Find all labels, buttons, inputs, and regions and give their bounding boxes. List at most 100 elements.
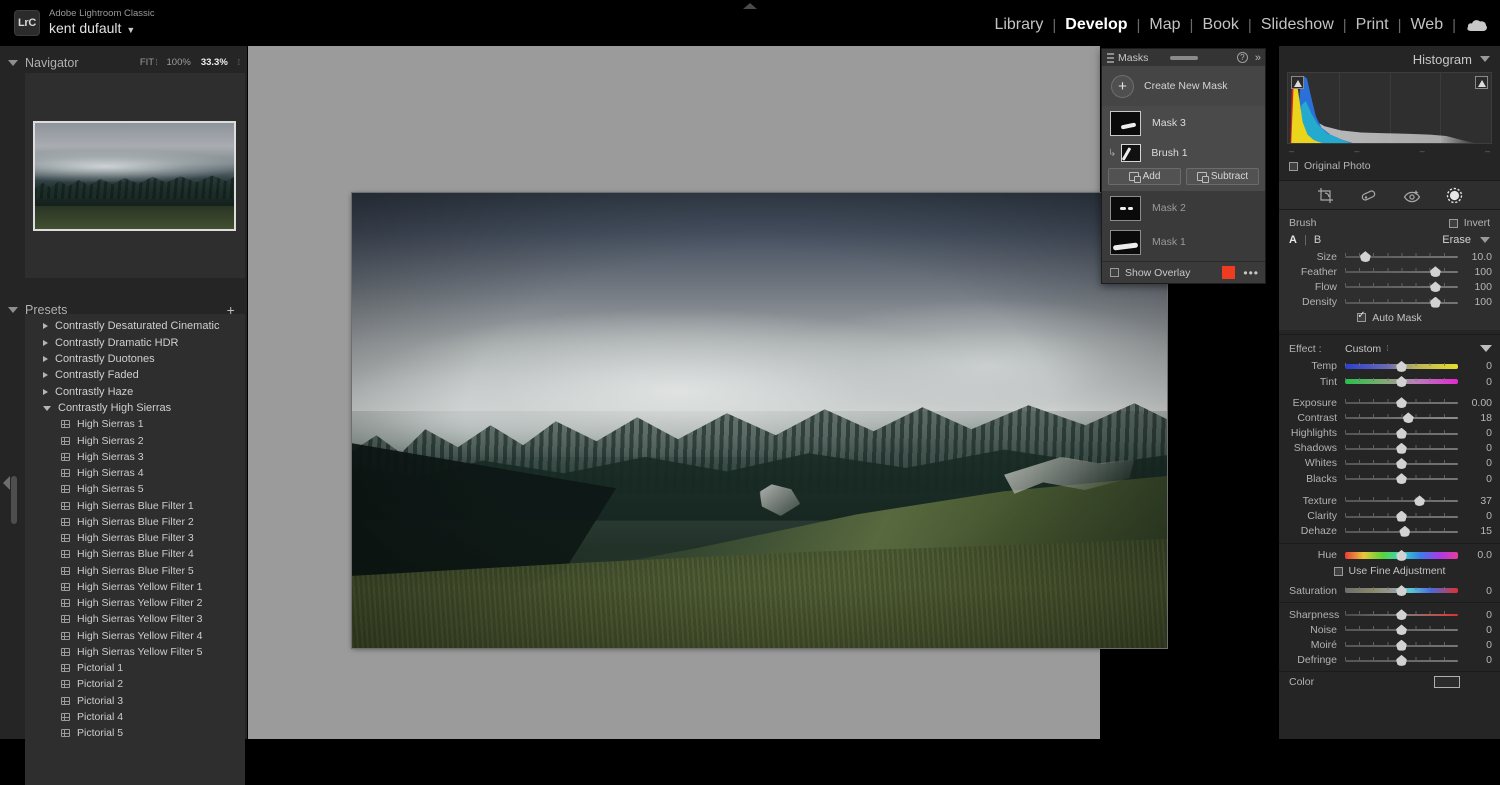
invert-checkbox[interactable] <box>1448 218 1458 228</box>
masking-icon[interactable] <box>1446 187 1463 204</box>
preset-item[interactable]: High Sierras Yellow Filter 2 <box>25 595 245 611</box>
slider-track[interactable] <box>1345 639 1458 651</box>
slider-temp[interactable]: Temp 0 <box>1279 359 1500 374</box>
preset-item[interactable]: High Sierras Blue Filter 2 <box>25 514 245 530</box>
cloud-sync-icon[interactable] <box>1466 18 1488 32</box>
slider-noise[interactable]: Noise 0 <box>1279 622 1500 637</box>
slider-track[interactable] <box>1345 609 1458 621</box>
chevron-double-right-icon[interactable]: » <box>1255 52 1261 64</box>
photo-preview[interactable] <box>352 193 1167 648</box>
preset-item[interactable]: High Sierras Blue Filter 4 <box>25 546 245 562</box>
add-button[interactable]: Add <box>1108 168 1181 185</box>
mask-row-brush-1[interactable]: ↳ Brush 1 <box>1102 140 1265 166</box>
slider-track[interactable] <box>1345 427 1458 439</box>
color-row[interactable]: Color <box>1279 670 1500 693</box>
highlight-clipping-indicator[interactable] <box>1475 76 1488 89</box>
fine-adjustment-checkbox[interactable] <box>1333 566 1343 576</box>
slider-track[interactable] <box>1345 525 1458 537</box>
shadow-clipping-indicator[interactable] <box>1291 76 1304 89</box>
preset-item[interactable]: Pictorial 2 <box>25 676 245 692</box>
masks-panel[interactable]: Masks ? » + Create New Mask Mask 3 ↳ Bru… <box>1101 48 1266 284</box>
preset-item[interactable]: High Sierras 5 <box>25 481 245 497</box>
masks-panel-drag-handle[interactable] <box>1169 55 1198 60</box>
slider-track[interactable] <box>1345 360 1458 372</box>
slider-track[interactable] <box>1345 397 1458 409</box>
preset-group[interactable]: Contrastly Desaturated Cinematic <box>25 318 245 334</box>
histogram-header[interactable]: Histogram <box>1279 46 1500 72</box>
preset-item[interactable]: Pictorial 3 <box>25 693 245 709</box>
subtract-button[interactable]: Subtract <box>1186 168 1259 185</box>
slider-track[interactable] <box>1345 266 1458 278</box>
left-panel-collapse-arrow[interactable] <box>3 476 10 490</box>
image-canvas[interactable] <box>248 46 1167 739</box>
preset-item[interactable]: High Sierras Blue Filter 1 <box>25 498 245 514</box>
original-photo-row[interactable]: Original Photo <box>1279 156 1500 176</box>
slider-blacks[interactable]: Blacks 0 <box>1279 471 1500 486</box>
help-icon[interactable]: ? <box>1236 52 1248 63</box>
module-library[interactable]: Library <box>985 16 1052 34</box>
user-name-menu[interactable]: kent dufault ▼ <box>49 20 155 38</box>
preset-item[interactable]: High Sierras 2 <box>25 433 245 449</box>
triangle-down-icon[interactable] <box>1480 237 1490 243</box>
mask-row-mask-1[interactable]: Mask 1 <box>1102 225 1265 259</box>
zoom-current[interactable]: 33.3% <box>201 57 228 68</box>
zoom-stepper-icon[interactable]: ⁞ <box>238 58 240 67</box>
fine-adjustment-row[interactable]: Use Fine Adjustment <box>1279 563 1500 579</box>
spot-removal-icon[interactable] <box>1360 187 1377 204</box>
overlay-color-swatch[interactable] <box>1222 266 1236 279</box>
slider-dehaze[interactable]: Dehaze 15 <box>1279 524 1500 539</box>
preset-item[interactable]: High Sierras 1 <box>25 416 245 432</box>
module-web[interactable]: Web <box>1401 16 1452 34</box>
slider-track[interactable] <box>1345 585 1458 597</box>
navigator-header[interactable]: Navigator FIT ⁞ 100% 33.3% ⁞ <box>0 51 247 74</box>
histogram-graph[interactable] <box>1287 72 1492 144</box>
effect-stepper-icon[interactable]: ⁞ <box>1386 344 1388 353</box>
preset-item[interactable]: High Sierras Yellow Filter 4 <box>25 628 245 644</box>
preset-item[interactable]: Pictorial 4 <box>25 709 245 725</box>
slider-exposure[interactable]: Exposure 0.00 <box>1279 395 1500 410</box>
zoom-fit[interactable]: FIT ⁞ <box>140 57 158 68</box>
preset-item[interactable]: High Sierras Yellow Filter 5 <box>25 644 245 660</box>
left-panel-scrollbar[interactable] <box>11 476 17 524</box>
slider-saturation[interactable]: Saturation 0 <box>1279 583 1500 598</box>
preset-item[interactable]: High Sierras Yellow Filter 3 <box>25 611 245 627</box>
red-eye-icon[interactable] <box>1403 187 1420 204</box>
preset-item[interactable]: Pictorial 1 <box>25 660 245 676</box>
mask-row-mask-2[interactable]: Mask 2 <box>1102 191 1265 225</box>
ellipsis-icon[interactable]: ••• <box>1243 266 1259 280</box>
effect-row[interactable]: Effect : Custom ⁞ <box>1279 339 1500 359</box>
slider-shadows[interactable]: Shadows 0 <box>1279 441 1500 456</box>
slider-track[interactable] <box>1345 251 1458 263</box>
slider-track[interactable] <box>1345 510 1458 522</box>
slider-track[interactable] <box>1345 296 1458 308</box>
module-map[interactable]: Map <box>1140 16 1189 34</box>
preset-group[interactable]: Contrastly Dramatic HDR <box>25 334 245 350</box>
masks-panel-header[interactable]: Masks ? » <box>1102 49 1265 66</box>
slider-track[interactable] <box>1345 412 1458 424</box>
slider-moire[interactable]: Moiré 0 <box>1279 638 1500 653</box>
show-overlay-checkbox[interactable] <box>1110 268 1119 277</box>
collapse-top-panel-arrow[interactable] <box>743 3 757 9</box>
navigator-thumbnail[interactable] <box>33 121 236 231</box>
slider-track[interactable] <box>1345 376 1458 388</box>
module-print[interactable]: Print <box>1347 16 1398 34</box>
preset-item[interactable]: High Sierras Blue Filter 5 <box>25 563 245 579</box>
brush-a-button[interactable]: A <box>1289 234 1297 246</box>
brush-erase-button[interactable]: Erase <box>1442 234 1471 246</box>
slider-feather[interactable]: Feather 100 <box>1279 264 1500 279</box>
effect-value[interactable]: Custom <box>1345 343 1381 355</box>
crop-overlay-icon[interactable] <box>1317 187 1334 204</box>
presets-list[interactable]: Contrastly Desaturated Cinematic Contras… <box>25 314 245 785</box>
preset-group[interactable]: Contrastly Haze <box>25 384 245 400</box>
slider-track[interactable] <box>1345 281 1458 293</box>
zoom-100[interactable]: 100% <box>167 57 191 68</box>
module-develop[interactable]: Develop <box>1056 16 1136 34</box>
preset-group[interactable]: Contrastly Faded <box>25 367 245 383</box>
slider-flow[interactable]: Flow 100 <box>1279 279 1500 294</box>
slider-track[interactable] <box>1345 495 1458 507</box>
slider-sharpness[interactable]: Sharpness 0 <box>1279 607 1500 622</box>
slider-track[interactable] <box>1345 654 1458 666</box>
slider-contrast[interactable]: Contrast 18 <box>1279 410 1500 425</box>
slider-size[interactable]: Size 10.0 <box>1279 249 1500 264</box>
slider-clarity[interactable]: Clarity 0 <box>1279 508 1500 523</box>
